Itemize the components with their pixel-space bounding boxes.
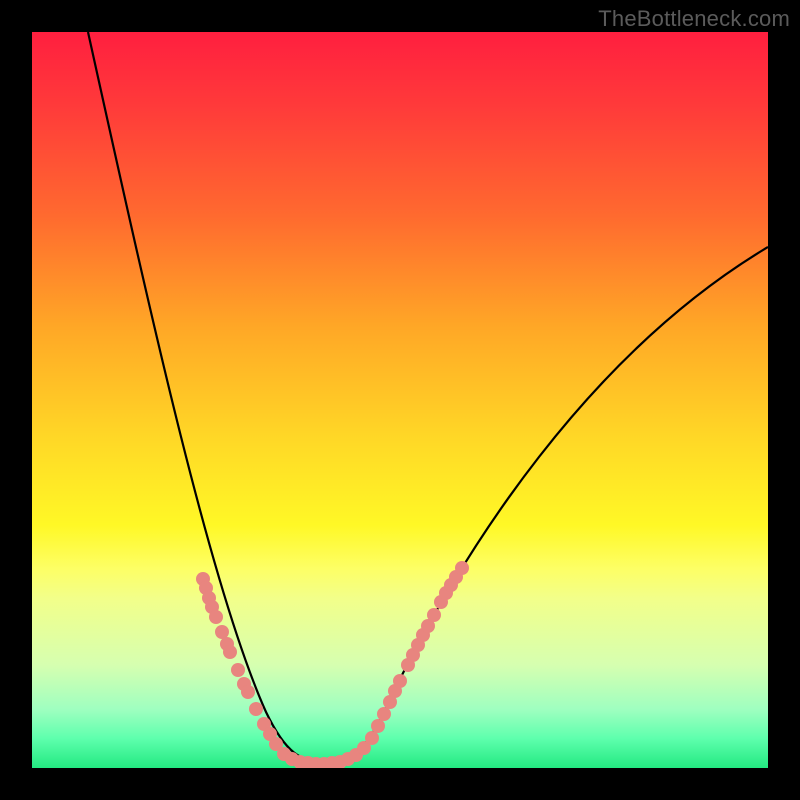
chart-svg: [32, 32, 768, 768]
bottleneck-curve: [88, 32, 768, 762]
curve-marker: [455, 561, 469, 575]
curve-marker: [393, 674, 407, 688]
curve-marker: [427, 608, 441, 622]
curve-marker: [365, 731, 379, 745]
curve-marker: [215, 625, 229, 639]
curve-marker: [371, 719, 385, 733]
chart-plot-area: [32, 32, 768, 768]
curve-marker: [223, 645, 237, 659]
curve-marker: [209, 610, 223, 624]
curve-marker: [231, 663, 245, 677]
curve-markers: [196, 561, 469, 768]
curve-marker: [241, 685, 255, 699]
watermark-text: TheBottleneck.com: [598, 6, 790, 32]
curve-marker: [377, 707, 391, 721]
curve-marker: [249, 702, 263, 716]
